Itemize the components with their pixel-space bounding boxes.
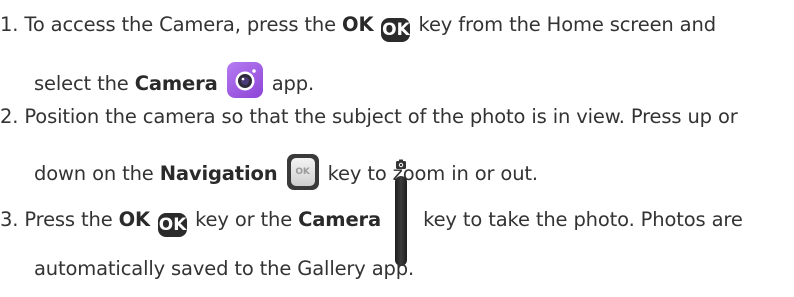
- step-2-navigation-label: Navigation: [159, 162, 278, 185]
- step-3-number: 3.: [0, 208, 19, 231]
- step-3-text-e: key to take the photo. Photos are: [417, 208, 743, 231]
- step-3-line-1: 3. Press the OK OK key or the Camera key…: [0, 159, 743, 266]
- step-1-ok-label: OK: [342, 13, 374, 36]
- step-1-text-a: To access the Camera, press the: [24, 13, 343, 36]
- step-1-text-d: select the: [34, 72, 135, 95]
- step-3-text-c: key or the: [189, 208, 299, 231]
- step-1-number: 1.: [0, 13, 19, 36]
- step-2-number: 2.: [0, 105, 19, 128]
- step-1-camera-label: Camera: [134, 72, 218, 95]
- navigation-key-icon: OK: [286, 154, 319, 190]
- step-2-text-a: Position the camera so that the subject …: [24, 105, 738, 128]
- step-1-text-f: app.: [265, 72, 314, 95]
- step-2-text-b: down on the: [34, 162, 160, 185]
- step-1-line-2: select the Camera app.: [34, 62, 314, 98]
- step-1-text-c: key from the Home screen and: [412, 13, 717, 36]
- navigation-key-label: OK: [290, 158, 315, 186]
- step-2-text-d: key to zoom in or out.: [321, 162, 539, 185]
- camera-glyph-icon: [396, 159, 407, 169]
- step-2-line-1: 2. Position the camera so that the subje…: [0, 105, 738, 129]
- step-1-line-1: 1. To access the Camera, press the OK OK…: [0, 13, 716, 42]
- camera-side-key-icon: [389, 159, 415, 266]
- ok-key-icon: OK: [381, 18, 411, 42]
- side-key-body: [395, 176, 408, 266]
- step-2-line-2: down on the Navigation OK key to zoom in…: [34, 154, 538, 190]
- step-3-text-f: automatically saved to the Gallery app.: [34, 257, 415, 280]
- ok-key-icon: OK: [158, 213, 188, 237]
- step-3-camera-label: Camera: [298, 208, 382, 231]
- camera-app-icon: [226, 62, 263, 98]
- step-3-ok-label: OK: [118, 208, 151, 231]
- step-3-line-2: automatically saved to the Gallery app.: [34, 257, 414, 281]
- step-3-text-a: Press the: [24, 208, 119, 231]
